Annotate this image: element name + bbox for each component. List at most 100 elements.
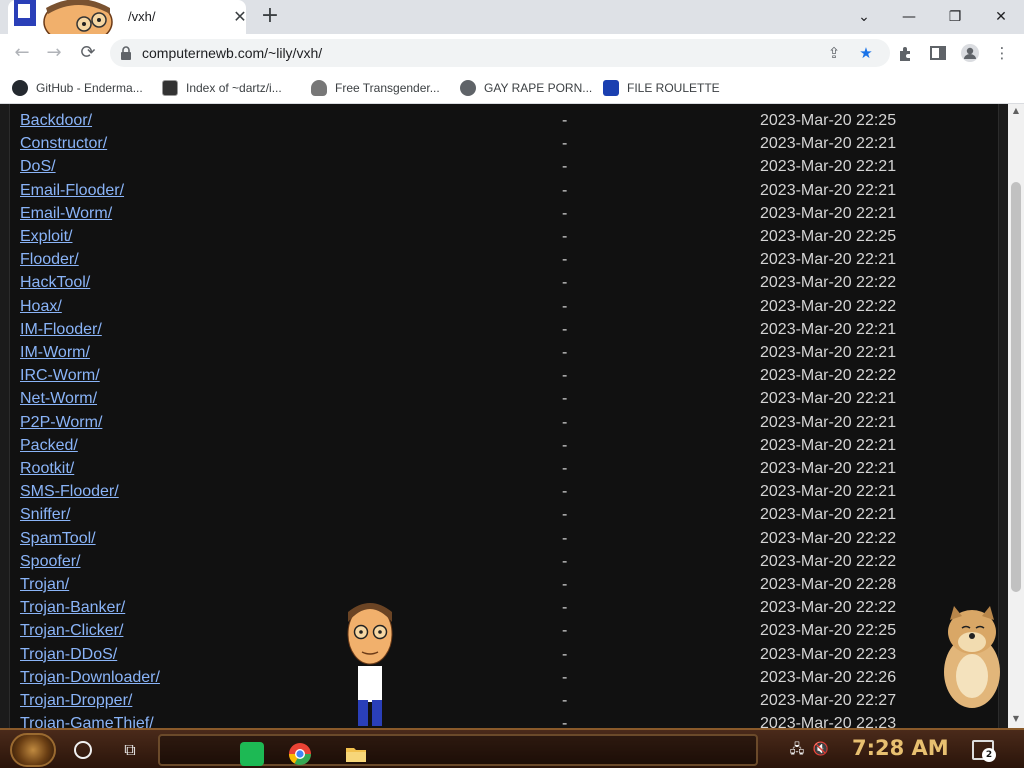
modified-date-cell: 2023-Mar-20 22:22 (760, 529, 897, 547)
directory-link[interactable]: Net-Worm/ (20, 390, 97, 408)
directory-link[interactable]: IM-Flooder/ (20, 321, 102, 339)
taskbar-clock[interactable]: 7:28 AM (852, 736, 949, 760)
directory-link[interactable]: Backdoor/ (20, 112, 92, 130)
size-cell: - (562, 228, 568, 245)
scroll-thumb[interactable] (1011, 182, 1021, 592)
size-cell: - (562, 251, 568, 269)
modified-date-cell: 2023-Mar-20 22:21 (760, 344, 897, 361)
directory-link[interactable]: SpamTool/ (20, 530, 96, 548)
file-roulette-icon (603, 80, 619, 96)
listing-row: Trojan-GameThief/ - 2023-Mar-20 22:23 (20, 715, 1000, 728)
directory-link[interactable]: Trojan-Downloader/ (20, 669, 160, 687)
browser-toolbar: ← → ⟳ computernewb.com/~lily/vxh/ ⇪ ★ ⋮ (0, 34, 1024, 72)
directory-link[interactable]: Constructor/ (20, 135, 107, 153)
listing-row: Email-Flooder/ - 2023-Mar-20 22:21 (20, 182, 1000, 205)
chrome-icon[interactable] (288, 742, 312, 766)
bookmark-item[interactable]: GAY RAPE PORN... (460, 78, 592, 98)
size-cell: - (562, 529, 568, 547)
modified-date-cell: 2023-Mar-20 22:21 (760, 483, 897, 501)
scroll-up-icon[interactable]: ▲ (1008, 104, 1024, 118)
directory-listing: Backdoor/ - 2023-Mar-20 22:25 Constructor/ -… (9, 104, 999, 728)
listing-row: Constructor/ - 2023-Mar-20 22:21 (20, 135, 1000, 158)
size-cell: - (562, 483, 568, 501)
modified-date-cell: 2023-Mar-20 22:22 (760, 552, 897, 570)
size-cell: - (562, 645, 568, 663)
size-cell: - (562, 436, 568, 454)
new-tab-button[interactable]: + (258, 5, 282, 29)
bookmark-item[interactable]: Index of ~dartz/i... (162, 78, 282, 98)
modified-date-cell: 2023-Mar-20 22:27 (760, 692, 897, 709)
search-circle-icon[interactable] (74, 741, 92, 759)
directory-link[interactable]: Email-Flooder/ (20, 182, 124, 200)
extensions-icon[interactable] (896, 43, 916, 63)
listing-row: Trojan-DDoS/ - 2023-Mar-20 22:23 (20, 646, 1000, 669)
bookmark-item[interactable]: Free Transgender... (311, 78, 440, 98)
share-icon[interactable]: ⇪ (824, 43, 844, 63)
directory-link[interactable]: SMS-Flooder/ (20, 483, 119, 501)
reload-button[interactable]: ⟳ (76, 41, 100, 65)
listing-row: SpamTool/ - 2023-Mar-20 22:22 (20, 530, 1000, 553)
close-window-button[interactable]: ✕ (987, 3, 1015, 31)
forward-button[interactable]: → (42, 41, 66, 65)
directory-link[interactable]: Hoax/ (20, 298, 62, 316)
directory-link[interactable]: Spoofer/ (20, 553, 80, 571)
directory-link[interactable]: Trojan-DDoS/ (20, 646, 117, 664)
modified-date-cell: 2023-Mar-20 22:23 (760, 645, 897, 663)
back-button[interactable]: ← (10, 41, 34, 65)
tab-search-icon[interactable]: ⌄ (850, 3, 878, 31)
listing-row: Trojan-Clicker/ - 2023-Mar-20 22:25 (20, 622, 1000, 645)
listing-row: Backdoor/ - 2023-Mar-20 22:25 (20, 112, 1000, 135)
network-icon[interactable]: 🖧 (788, 741, 806, 759)
listing-row: P2P-Worm/ - 2023-Mar-20 22:21 (20, 414, 1000, 437)
directory-link[interactable]: IM-Worm/ (20, 344, 90, 362)
page-scrollbar[interactable]: ▲ ▼ (1008, 104, 1024, 728)
bookmark-item[interactable]: GitHub - Enderma... (12, 78, 143, 98)
modified-date-cell: 2023-Mar-20 22:21 (760, 390, 897, 408)
page-viewport: Backdoor/ - 2023-Mar-20 22:25 Constructor/ -… (0, 104, 1008, 728)
file-explorer-icon[interactable] (344, 742, 368, 766)
directory-link[interactable]: P2P-Worm/ (20, 414, 102, 432)
close-tab-icon[interactable]: ✕ (230, 7, 250, 27)
modified-date-cell: 2023-Mar-20 22:21 (760, 158, 897, 176)
side-panel-icon[interactable] (928, 43, 948, 63)
modified-date-cell: 2023-Mar-20 22:25 (760, 112, 897, 129)
directory-link[interactable]: Exploit/ (20, 228, 72, 246)
directory-link[interactable]: Trojan-Clicker/ (20, 622, 123, 640)
size-cell: - (562, 668, 568, 686)
directory-link[interactable]: Trojan-Dropper/ (20, 692, 132, 710)
directory-link[interactable]: IRC-Worm/ (20, 367, 100, 385)
directory-link[interactable]: HackTool/ (20, 274, 90, 292)
modified-date-cell: 2023-Mar-20 22:22 (760, 599, 897, 617)
directory-link[interactable]: Email-Worm/ (20, 205, 112, 223)
modified-date-cell: 2023-Mar-20 22:21 (760, 320, 897, 338)
task-view-icon[interactable]: ⧉ (120, 740, 140, 760)
directory-link[interactable]: Packed/ (20, 437, 78, 455)
scroll-down-icon[interactable]: ▼ (1008, 712, 1024, 726)
directory-link[interactable]: DoS/ (20, 158, 56, 176)
directory-link[interactable]: Trojan-Banker/ (20, 599, 125, 617)
start-button[interactable] (10, 733, 56, 767)
minimize-button[interactable]: — (895, 3, 923, 31)
directory-link[interactable]: Rootkit/ (20, 460, 74, 478)
listing-row: Exploit/ - 2023-Mar-20 22:25 (20, 228, 1000, 251)
address-bar[interactable]: computernewb.com/~lily/vxh/ (110, 39, 890, 67)
profile-avatar-icon[interactable] (960, 43, 980, 63)
size-cell: - (562, 622, 568, 640)
listing-row: Email-Worm/ - 2023-Mar-20 22:21 (20, 205, 1000, 228)
bookmark-star-icon[interactable]: ★ (856, 43, 876, 63)
modified-date-cell: 2023-Mar-20 22:21 (760, 506, 897, 524)
spotify-icon[interactable] (240, 742, 264, 766)
directory-link[interactable]: Sniffer/ (20, 506, 70, 524)
bookmark-item[interactable]: FILE ROULETTE (603, 78, 720, 98)
modified-date-cell: 2023-Mar-20 22:21 (760, 413, 897, 431)
volume-muted-icon[interactable]: 🔇 (812, 741, 830, 759)
directory-link[interactable]: Trojan-GameThief/ (20, 715, 154, 728)
listing-row: IM-Worm/ - 2023-Mar-20 22:21 (20, 344, 1000, 367)
listing-row: Rootkit/ - 2023-Mar-20 22:21 (20, 460, 1000, 483)
size-cell: - (562, 112, 568, 129)
maximize-button[interactable]: ❐ (941, 3, 969, 31)
directory-link[interactable]: Flooder/ (20, 251, 79, 269)
kebab-menu-icon[interactable]: ⋮ (992, 43, 1012, 63)
listing-row: DoS/ - 2023-Mar-20 22:21 (20, 158, 1000, 181)
directory-link[interactable]: Trojan/ (20, 576, 69, 594)
